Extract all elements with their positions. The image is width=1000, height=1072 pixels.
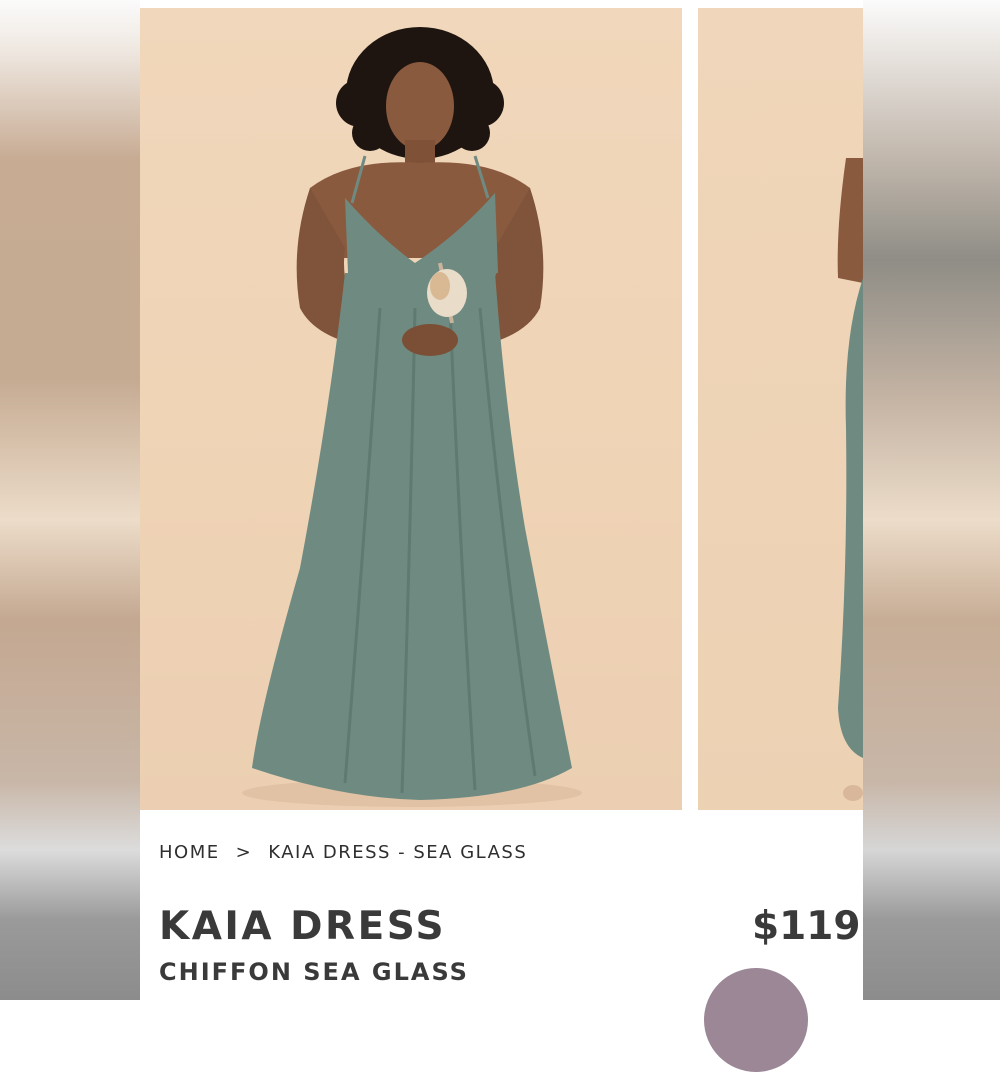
product-title: KAIA DRESS (159, 904, 446, 949)
product-price: $119 (752, 904, 861, 949)
breadcrumb: HOME > KAIA DRESS - SEA GLASS (159, 842, 527, 863)
breadcrumb-current[interactable]: KAIA DRESS - SEA GLASS (268, 842, 527, 863)
breadcrumb-home-link[interactable]: HOME (159, 842, 220, 863)
product-variant: CHIFFON SEA GLASS (159, 958, 469, 986)
chevron-right-icon: > (236, 842, 253, 863)
blurred-background-left (0, 0, 140, 1000)
product-image-next[interactable] (698, 8, 863, 810)
model-illustration (140, 8, 682, 810)
blurred-background-right (863, 0, 1000, 1000)
model-illustration-side (698, 8, 863, 810)
product-image-main[interactable] (140, 8, 682, 810)
color-swatch[interactable] (704, 968, 808, 1072)
